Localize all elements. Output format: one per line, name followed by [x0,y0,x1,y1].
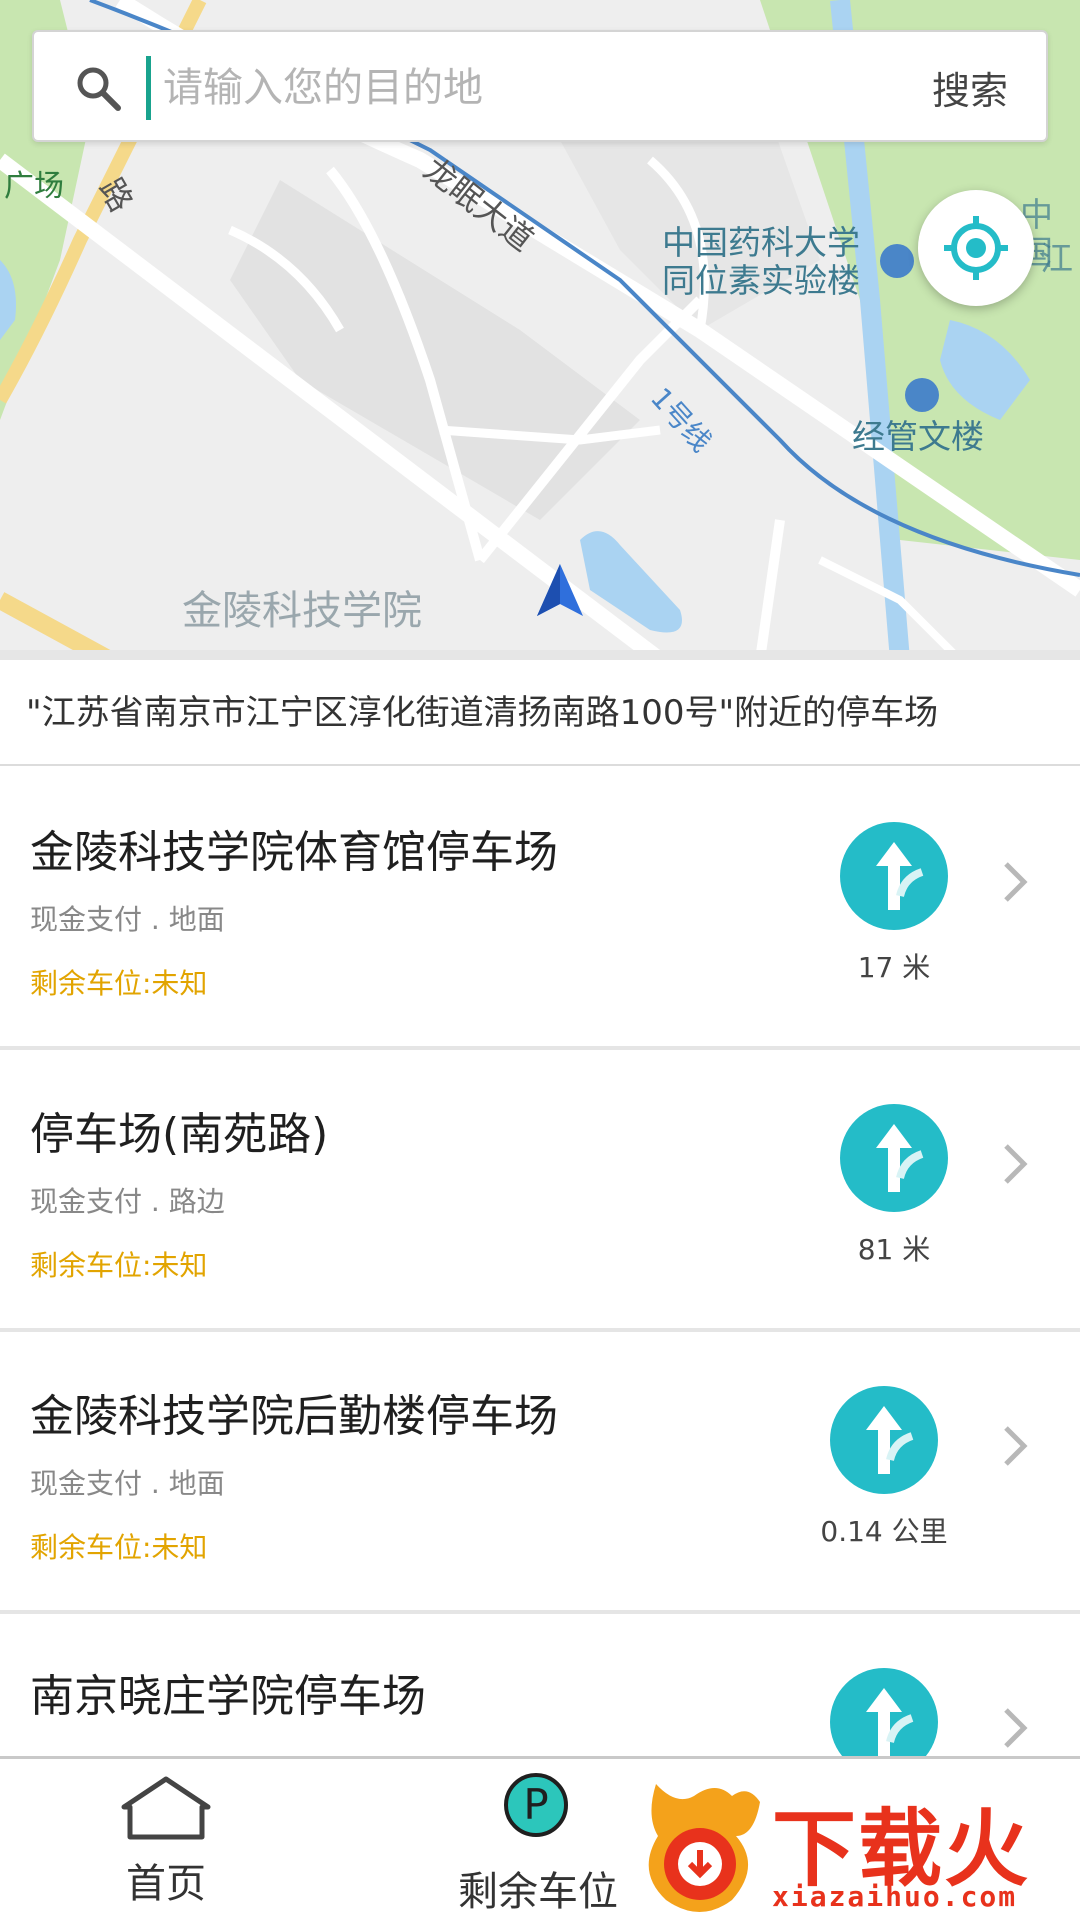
chevron-right-icon [1004,1426,1028,1466]
navigate-icon[interactable] [840,822,948,930]
map-label-plaza: 广场 [4,169,64,204]
lot-name: 金陵科技学院体育馆停车场 [30,827,558,878]
locate-me-button[interactable] [918,190,1034,306]
lot-distance: 81 米 [857,1233,931,1266]
navigate-icon[interactable] [840,1104,948,1212]
watermark-url: xiazaihuo.com [772,1880,1018,1913]
map-label-campus: 金陵科技学院 [182,588,422,634]
tab-parking[interactable]: P 剩余车位 [418,1759,658,1920]
parking-icon: P [504,1773,568,1837]
tab-parking-label: 剩余车位 [458,1869,618,1915]
map-label-pharma-2: 同位素实验楼 [662,261,860,300]
flame-logo-icon [648,1784,760,1912]
parking-lot-item[interactable]: 金陵科技学院后勤楼停车场 现金支付 . 地面 剩余车位:未知 0.14 公里 [0,1332,1080,1614]
map-label-pharma-1: 中国药科大学 [662,223,860,262]
navigate-icon[interactable] [830,1386,938,1494]
map-label-top-right-2: 江 [1040,239,1073,278]
chevron-right-icon [1004,862,1028,902]
search-input[interactable] [146,56,925,120]
lot-spaces: 剩余车位:未知 [30,1531,208,1564]
lot-spaces: 剩余车位:未知 [30,1249,208,1282]
lot-name: 南京晓庄学院停车场 [30,1671,426,1722]
nearby-header: "江苏省南京市江宁区淳化街道清扬南路100号"附近的停车场 [0,660,1080,766]
parking-icon-letter: P [523,1780,549,1829]
tab-home-label: 首页 [126,1861,206,1907]
building-icon [880,244,914,278]
watermark: 下载火 xiazaihuo.com [636,1776,1080,1920]
tab-home[interactable]: 首页 [46,1759,286,1920]
search-button[interactable]: 搜索 [932,60,1008,115]
chevron-right-icon [1004,1144,1028,1184]
chevron-right-icon [1004,1708,1028,1748]
parking-lot-item[interactable]: 停车场(南苑路) 现金支付 . 路边 剩余车位:未知 81 米 [0,1050,1080,1332]
search-bar: 搜索 [32,30,1048,142]
lot-meta: 现金支付 . 路边 [30,1185,225,1218]
lot-meta: 现金支付 . 地面 [30,903,225,936]
lot-name: 停车场(南苑路) [30,1109,329,1160]
building-icon [905,378,939,412]
lot-distance: 0.14 公里 [820,1515,948,1548]
search-icon[interactable] [74,64,122,112]
lot-spaces: 剩余车位:未知 [30,967,208,1000]
lot-distance: 17 米 [857,951,931,984]
parking-lot-item[interactable]: 金陵科技学院体育馆停车场 现金支付 . 地面 剩余车位:未知 17 米 [0,768,1080,1050]
current-location-arrow-icon [537,564,583,616]
map-label-jingguan: 经管文楼 [852,417,984,456]
lot-name: 金陵科技学院后勤楼停车场 [30,1391,558,1442]
crosshair-icon [944,216,1008,280]
home-icon [121,1776,211,1840]
lot-meta: 现金支付 . 地面 [30,1467,225,1500]
